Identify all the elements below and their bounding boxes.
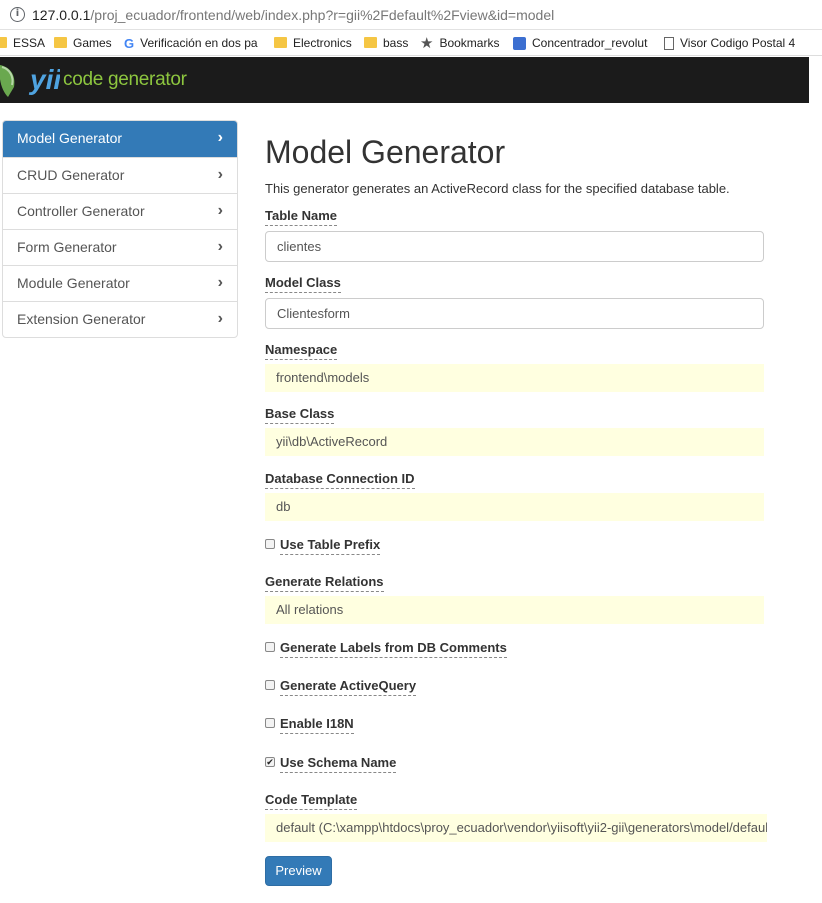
preview-button[interactable]: Preview <box>265 856 332 886</box>
yii-logo-icon[interactable]: yii <box>0 61 60 99</box>
namespace-label[interactable]: Namespace <box>265 342 338 360</box>
page-edge <box>809 57 822 903</box>
google-icon: G <box>124 36 135 52</box>
chevron-right-icon: › <box>217 166 223 183</box>
base-class-label[interactable]: Base Class <box>265 406 335 424</box>
model-class-input[interactable]: Clientesform <box>265 298 764 329</box>
sidebar-item-label: Controller Generator <box>17 203 145 219</box>
chevron-right-icon: › <box>217 310 223 327</box>
sidebar-item-label: Module Generator <box>17 275 130 291</box>
use-schema-name-checkbox[interactable]: ✔ <box>265 757 275 767</box>
sidebar-item-extension-generator[interactable]: Extension Generator › <box>3 301 237 337</box>
document-icon <box>664 37 674 51</box>
bookmark-label: Verificación en dos pa <box>140 36 258 50</box>
chevron-right-icon: › <box>217 129 223 146</box>
sidebar-item-form-generator[interactable]: Form Generator › <box>3 229 237 265</box>
brand-text[interactable]: code generator <box>63 69 187 91</box>
bookmark-label: Electronics <box>293 36 352 50</box>
labels-from-db-label[interactable]: Generate Labels from DB Comments <box>280 640 507 658</box>
bookmark-label: Bookmarks <box>439 36 500 50</box>
page-title: Model Generator <box>265 134 506 170</box>
folder-icon <box>54 37 67 49</box>
chevron-right-icon: › <box>217 202 223 219</box>
bookmark-concentrador[interactable]: Concentrador_revolut <box>513 34 649 52</box>
sidebar-item-label: Extension Generator <box>17 311 146 327</box>
enable-i18n-checkbox[interactable] <box>265 718 275 728</box>
bookmark-essa[interactable]: ESSA <box>0 34 45 52</box>
sidebar-item-label: Model Generator <box>17 130 123 146</box>
sidebar-item-label: Form Generator <box>17 239 117 255</box>
star-icon: ★ <box>420 34 434 52</box>
generate-relations-label[interactable]: Generate Relations <box>265 574 384 592</box>
sidebar-item-crud-generator[interactable]: CRUD Generator › <box>3 157 237 193</box>
sidebar-item-module-generator[interactable]: Module Generator › <box>3 265 237 301</box>
bookmark-games[interactable]: Games <box>54 34 112 52</box>
bookmark-label: Concentrador_revolut <box>532 36 648 50</box>
bookmarks-bar: ESSA Games G Verificación en dos pa Elect… <box>0 30 822 56</box>
sidebar-item-label: CRUD Generator <box>17 167 125 183</box>
bookmark-label: Games <box>73 36 112 50</box>
code-template-label[interactable]: Code Template <box>265 792 358 810</box>
url-text[interactable]: 127.0.0.1/proj_ecuador/frontend/web/inde… <box>32 6 554 24</box>
sidebar-item-model-generator[interactable]: Model Generator › <box>3 121 237 157</box>
folder-icon <box>0 37 7 49</box>
use-schema-name-label[interactable]: Use Schema Name <box>280 755 397 773</box>
enable-i18n-label[interactable]: Enable I18N <box>280 716 354 734</box>
namespace-field[interactable]: frontend\models <box>265 364 764 392</box>
address-bar[interactable]: i 127.0.0.1/proj_ecuador/frontend/web/in… <box>0 0 822 30</box>
bookmark-label: ESSA <box>13 36 46 50</box>
chevron-right-icon: › <box>217 238 223 255</box>
generate-relations-field[interactable]: All relations <box>265 596 764 624</box>
bookmark-label: bass <box>383 36 409 50</box>
bookmark-verificacion[interactable]: G Verificación en dos pa <box>124 34 262 52</box>
use-table-prefix-label[interactable]: Use Table Prefix <box>280 537 381 555</box>
url-path: /proj_ecuador/frontend/web/index.php?r=g… <box>90 7 555 23</box>
bookmark-label: Visor Codigo Postal 4 <box>680 36 796 50</box>
generator-description: This generator generates an ActiveRecord… <box>265 181 730 196</box>
generate-activequery-label[interactable]: Generate ActiveQuery <box>280 678 417 696</box>
app-icon <box>513 37 526 51</box>
info-icon[interactable]: i <box>10 7 25 22</box>
bookmark-electronics[interactable]: Electronics <box>274 34 352 52</box>
generate-activequery-checkbox[interactable] <box>265 680 275 690</box>
model-class-label[interactable]: Model Class <box>265 275 341 293</box>
table-name-input[interactable]: clientes <box>265 231 764 262</box>
generator-sidebar: Model Generator › CRUD Generator › Contr… <box>2 120 238 338</box>
bookmark-bookmarks[interactable]: ★ Bookmarks <box>420 34 499 52</box>
url-host: 127.0.0.1 <box>32 7 91 23</box>
db-connection-field[interactable]: db <box>265 493 764 521</box>
folder-icon <box>274 37 287 49</box>
db-connection-label[interactable]: Database Connection ID <box>265 471 415 489</box>
logo-text: yii <box>28 64 60 95</box>
bookmark-visor[interactable]: Visor Codigo Postal 4 <box>664 34 795 52</box>
base-class-field[interactable]: yii\db\ActiveRecord <box>265 428 764 456</box>
table-name-label[interactable]: Table Name <box>265 208 338 226</box>
top-navbar: yii code generator <box>0 57 809 103</box>
use-table-prefix-checkbox[interactable] <box>265 539 275 549</box>
labels-from-db-checkbox[interactable] <box>265 642 275 652</box>
chevron-right-icon: › <box>217 274 223 291</box>
sidebar-item-controller-generator[interactable]: Controller Generator › <box>3 193 237 229</box>
folder-icon <box>364 37 377 49</box>
code-template-field[interactable]: default (C:\xampp\htdocs\proy_ecuador\ve… <box>265 814 767 842</box>
bookmark-bass[interactable]: bass <box>364 34 408 52</box>
